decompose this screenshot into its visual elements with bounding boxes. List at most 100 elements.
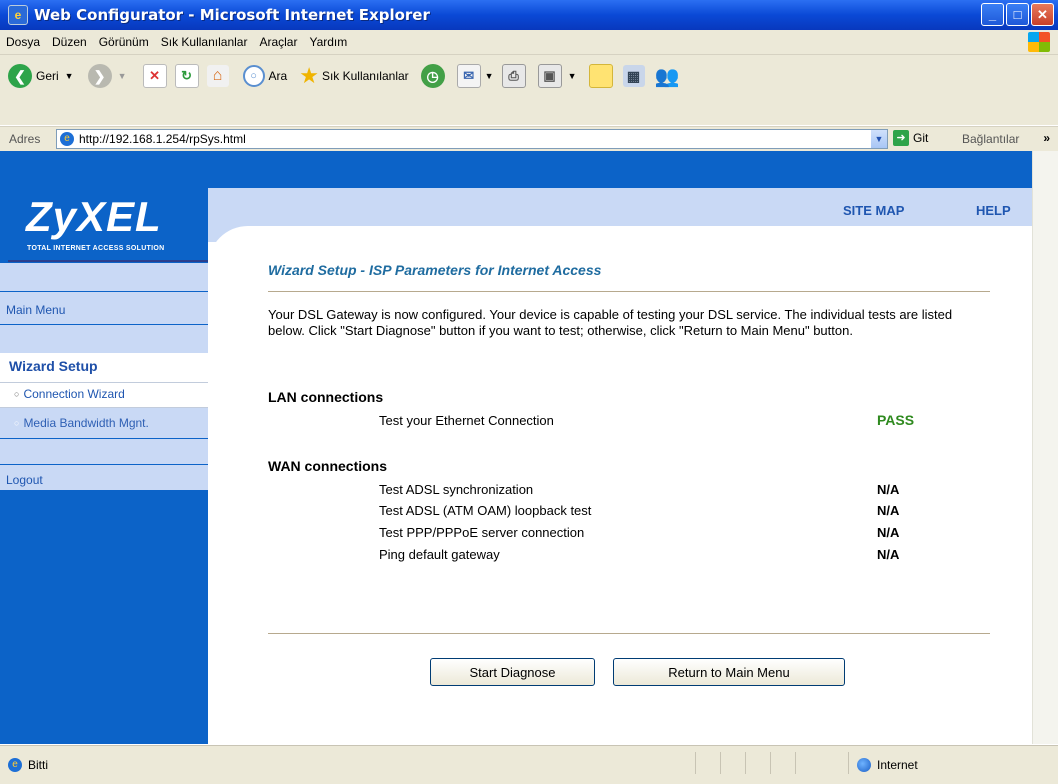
page-ie-icon: e xyxy=(60,132,74,146)
windows-logo-icon xyxy=(1028,32,1050,52)
sidebar-spacer xyxy=(0,263,208,291)
messenger-button[interactable]: 👥 xyxy=(655,64,680,89)
sidebar-item-label: Connection Wizard xyxy=(23,387,125,401)
mail-button[interactable]: ✉ ▼ xyxy=(456,64,494,88)
divider xyxy=(268,633,990,634)
menu-edit[interactable]: Düzen xyxy=(46,35,93,49)
go-button[interactable]: ➜ Git xyxy=(893,130,928,146)
mail-dropdown-icon[interactable]: ▼ xyxy=(485,71,494,81)
return-main-menu-button[interactable]: Return to Main Menu xyxy=(613,658,845,686)
close-button[interactable]: ✕ xyxy=(1031,3,1054,26)
notes-button[interactable] xyxy=(588,64,613,88)
divider xyxy=(268,291,990,292)
search-icon: ○ xyxy=(242,65,265,87)
sidebar-item-logout[interactable]: Logout xyxy=(6,473,43,487)
sidebar-item-main-menu[interactable]: Main Menu xyxy=(6,303,65,317)
print-button[interactable]: ⎙ xyxy=(501,64,526,88)
wan-section-title: WAN connections xyxy=(268,458,388,474)
refresh-button[interactable]: ↻ xyxy=(174,64,199,88)
sidebar-item-media-bandwidth[interactable]: ○ Media Bandwidth Mgnt. xyxy=(14,416,149,430)
favorites-button[interactable]: ★ Sık Kullanılanlar xyxy=(299,63,408,89)
menu-tools[interactable]: Araçlar xyxy=(253,35,303,49)
mail-icon: ✉ xyxy=(456,64,481,88)
menu-bar: Dosya Düzen Görünüm Sık Kullanılanlar Ar… xyxy=(0,30,1058,55)
done-page-icon: e xyxy=(8,758,22,772)
menu-file[interactable]: Dosya xyxy=(0,35,46,49)
test-result-atm-oam: N/A xyxy=(877,503,900,518)
status-divider xyxy=(795,752,796,774)
test-result-ppp: N/A xyxy=(877,525,900,540)
test-result-ping: N/A xyxy=(877,547,900,562)
test-label-ppp: Test PPP/PPPoE server connection xyxy=(379,525,585,540)
top-banner xyxy=(208,151,1033,188)
back-button[interactable]: ❮ Geri ▼ xyxy=(8,64,74,88)
edit-button[interactable]: ▣ ▼ xyxy=(537,64,577,88)
favorites-star-icon: ★ xyxy=(299,63,319,88)
links-label[interactable]: Bağlantılar xyxy=(962,132,1019,146)
test-result-ethernet: PASS xyxy=(877,412,915,428)
status-zone: Internet xyxy=(877,758,918,772)
links-chevron-icon[interactable]: » xyxy=(1043,131,1050,145)
test-label-atm-oam: Test ADSL (ATM OAM) loopback test xyxy=(379,503,592,518)
forward-arrow-icon: ❯ xyxy=(87,64,112,88)
maximize-button[interactable]: □ xyxy=(1006,3,1029,26)
status-divider xyxy=(770,752,771,774)
internet-zone-icon xyxy=(857,758,871,772)
forward-dropdown-icon[interactable]: ▼ xyxy=(118,71,127,81)
address-bar: Adres e http://192.168.1.254/rpSys.html … xyxy=(0,126,1058,151)
address-label: Adres xyxy=(9,132,41,146)
status-divider xyxy=(745,752,746,774)
print-icon: ⎙ xyxy=(501,64,526,88)
zyxel-logo: ZyXEL xyxy=(26,193,162,240)
back-arrow-icon: ❮ xyxy=(8,64,32,88)
vertical-scrollbar[interactable] xyxy=(1032,151,1058,744)
go-arrow-icon: ➜ xyxy=(893,130,909,146)
address-url: http://192.168.1.254/rpSys.html xyxy=(79,132,246,146)
back-dropdown-icon[interactable]: ▼ xyxy=(65,71,74,81)
status-divider xyxy=(720,752,721,774)
menu-view[interactable]: Görünüm xyxy=(93,35,155,49)
web-page: ZyXEL TOTAL INTERNET ACCESS SOLUTION SIT… xyxy=(0,151,1033,744)
help-link[interactable]: HELP xyxy=(976,203,1011,218)
favorites-label: Sık Kullanılanlar xyxy=(321,69,409,83)
start-diagnose-button[interactable]: Start Diagnose xyxy=(430,658,595,686)
edit-dropdown-icon[interactable]: ▼ xyxy=(568,71,577,81)
site-map-link[interactable]: SITE MAP xyxy=(843,203,904,218)
test-label-adsl-sync: Test ADSL synchronization xyxy=(379,482,534,497)
minimize-button[interactable]: _ xyxy=(981,3,1004,26)
window-titlebar: e Web Configurator - Microsoft Internet … xyxy=(0,0,1058,30)
menu-help[interactable]: Yardım xyxy=(303,35,353,49)
research-icon: ▦ xyxy=(622,65,645,87)
refresh-icon: ↻ xyxy=(174,64,199,88)
stop-button[interactable]: ✕ xyxy=(142,64,167,88)
search-button[interactable]: ○ Ara xyxy=(242,65,288,87)
stop-icon: ✕ xyxy=(142,64,167,88)
address-dropdown-icon[interactable]: ▼ xyxy=(871,130,887,148)
menu-favorites[interactable]: Sık Kullanılanlar xyxy=(155,35,254,49)
back-label: Geri xyxy=(36,69,59,83)
search-label: Ara xyxy=(268,69,288,83)
test-label-ping: Ping default gateway xyxy=(379,547,500,562)
research-button[interactable]: ▦ xyxy=(622,65,645,87)
status-text: Bitti xyxy=(28,758,49,772)
browser-toolbar: ❮ Geri ▼ ❯ ▼ ✕ ↻ ⌂ ○ Ara ★ Sık Kullanıla… xyxy=(0,55,1058,125)
history-button[interactable]: ◷ xyxy=(420,64,445,88)
sidebar-spacer xyxy=(0,325,208,353)
address-input[interactable]: e http://192.168.1.254/rpSys.html ▼ xyxy=(56,129,888,149)
bullet-icon: ○ xyxy=(14,418,20,428)
sidebar-spacer xyxy=(0,439,208,464)
intro-text: Your DSL Gateway is now configured. Your… xyxy=(268,307,953,338)
sidebar-section-wizard-setup[interactable]: Wizard Setup xyxy=(9,358,98,374)
home-button[interactable]: ⌂ xyxy=(206,65,229,87)
lan-section-title: LAN connections xyxy=(268,389,384,405)
edit-icon: ▣ xyxy=(537,64,562,88)
test-result-adsl-sync: N/A xyxy=(877,482,900,497)
notes-icon xyxy=(588,64,613,88)
sidebar-item-connection-wizard[interactable]: ○ Connection Wizard xyxy=(14,387,125,401)
messenger-icon: 👥 xyxy=(654,65,680,88)
test-label-ethernet: Test your Ethernet Connection xyxy=(379,413,554,428)
forward-button[interactable]: ❯ ▼ xyxy=(87,64,127,88)
status-divider xyxy=(848,752,849,774)
go-label: Git xyxy=(913,131,929,145)
home-icon: ⌂ xyxy=(206,65,229,87)
